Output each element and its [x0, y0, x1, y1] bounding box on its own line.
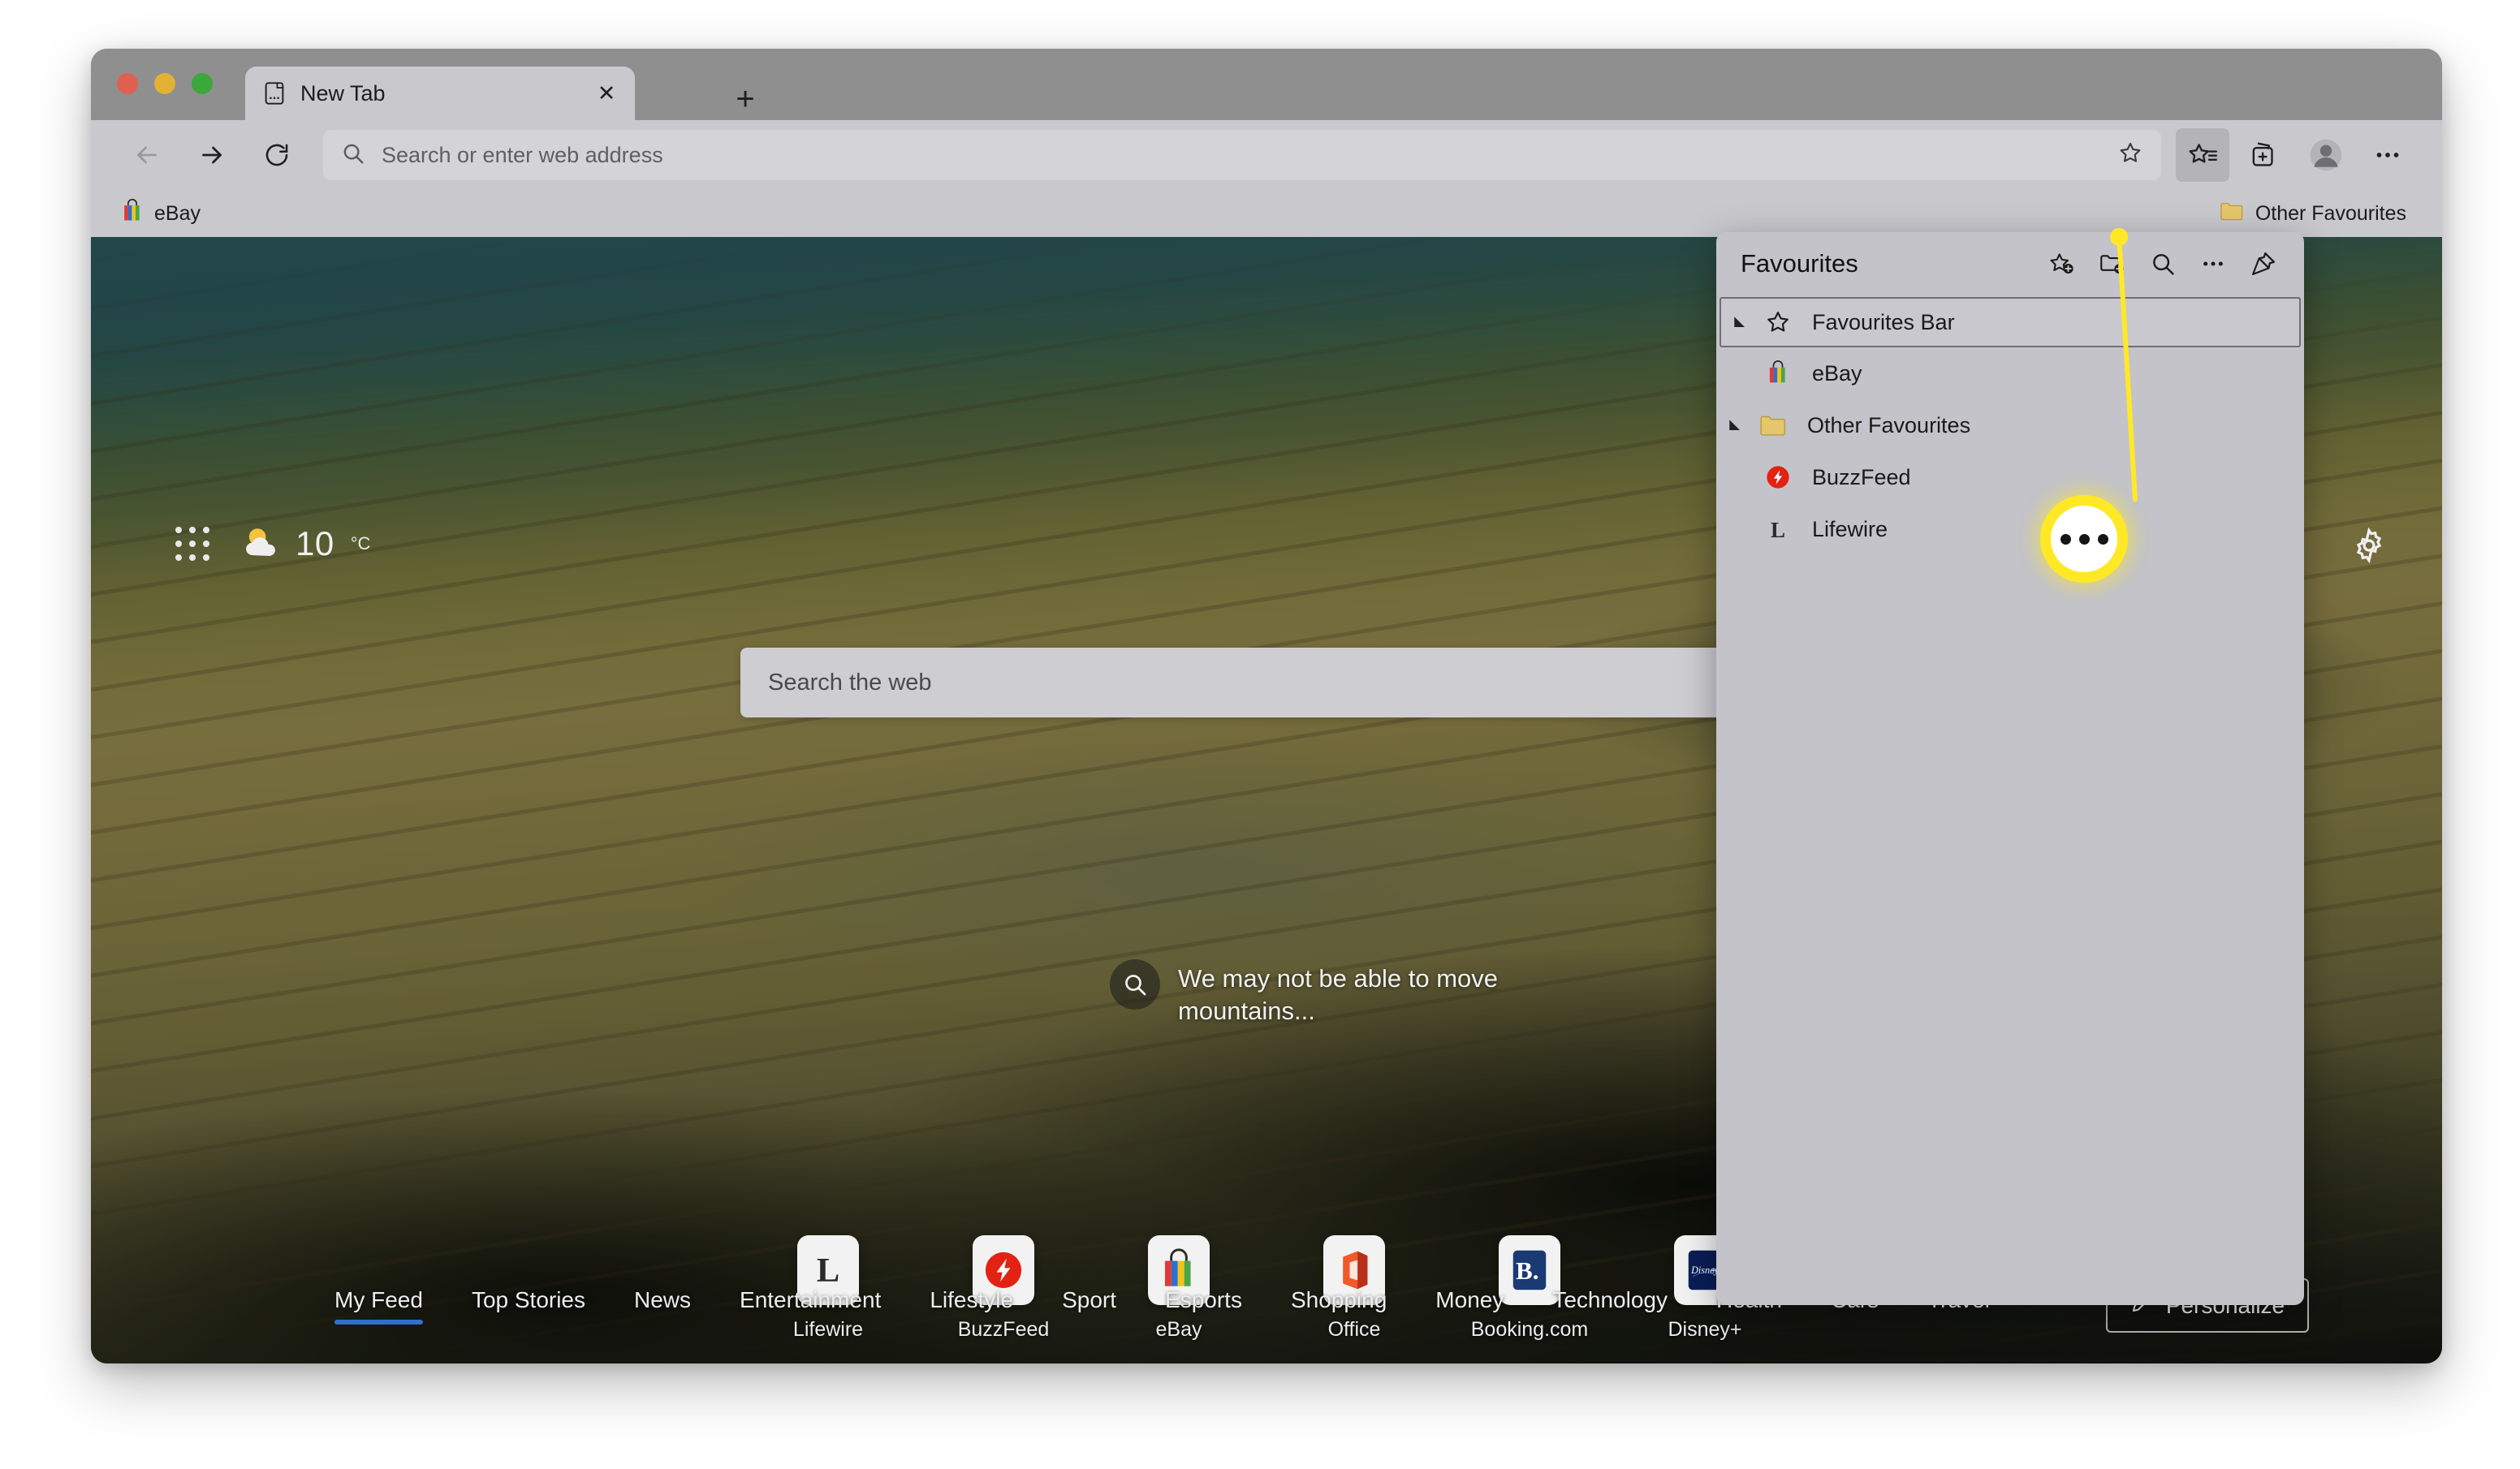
lifewire-icon: L: [1758, 516, 1797, 542]
ntp-top-left-cluster: 10 °C: [175, 524, 370, 563]
favourites-bar-item-ebay[interactable]: eBay: [112, 196, 210, 231]
search-the-web-placeholder: Search the web: [768, 669, 932, 696]
gear-icon[interactable]: [2346, 523, 2392, 568]
folder-icon: [2220, 200, 2244, 227]
favourites-tree-item-other-favourites[interactable]: Other Favourites: [1716, 399, 2304, 451]
annotation-anchor-dot: [2110, 228, 2128, 246]
feed-tab-technology[interactable]: Technology: [1552, 1287, 1668, 1325]
folder-icon: [1754, 413, 1793, 437]
buzzfeed-icon: [1758, 464, 1797, 490]
browser-toolbar: Search or enter web address: [91, 120, 2442, 190]
profile-button[interactable]: [2299, 128, 2353, 182]
back-button[interactable]: [122, 130, 172, 180]
search-icon[interactable]: [1110, 959, 1160, 1010]
feed-tab-lifestyle[interactable]: Lifestyle: [930, 1287, 1013, 1325]
window-controls: [117, 73, 213, 94]
feed-tab-news[interactable]: News: [634, 1287, 691, 1325]
app-grid-icon[interactable]: [175, 527, 209, 561]
ebay-icon: [122, 198, 143, 229]
favourites-tree-item-label: eBay: [1812, 360, 1862, 386]
chevron-expanded-icon[interactable]: [1716, 418, 1754, 433]
add-folder-button[interactable]: [2090, 241, 2135, 286]
favourites-tree-item-buzzfeed[interactable]: BuzzFeed: [1716, 451, 2304, 503]
reload-button[interactable]: [252, 130, 302, 180]
caption-text: We may not be able to move mountains...: [1178, 964, 1499, 1026]
pin-panel-button[interactable]: [2241, 241, 2286, 286]
tab-title: New Tab: [300, 80, 386, 106]
add-favourite-button[interactable]: [2039, 241, 2085, 286]
star-outline-icon: [1758, 308, 1797, 336]
title-bar: New Tab ✕ +: [91, 49, 2442, 120]
svg-text:L: L: [1771, 518, 1785, 542]
favourites-flyout-panel: Favourites Favourites Bar eBay Other Fav…: [1716, 232, 2304, 1305]
weather-temperature: 10: [296, 524, 334, 562]
annotation-highlight-circle: [2040, 495, 2128, 583]
favourites-bar-item-label: eBay: [154, 201, 201, 225]
new-tab-page-icon: [263, 81, 286, 106]
favourites-tree: Favourites Bar eBay Other Favourites Buz…: [1716, 295, 2304, 555]
collections-button[interactable]: [2237, 128, 2291, 182]
address-bar-placeholder: Search or enter web address: [382, 142, 663, 167]
favourites-panel-header: Favourites: [1716, 232, 2304, 295]
more-options-button[interactable]: [2190, 241, 2236, 286]
partly-cloudy-icon: [240, 525, 283, 563]
favourites-tree-item-ebay[interactable]: eBay: [1716, 347, 2304, 399]
close-tab-button[interactable]: ✕: [591, 78, 622, 109]
search-icon: [341, 141, 365, 170]
new-tab-button[interactable]: +: [727, 81, 763, 117]
search-favourites-button[interactable]: [2140, 241, 2186, 286]
feed-tab-money[interactable]: Money: [1435, 1287, 1504, 1325]
feed-tab-shopping[interactable]: Shopping: [1291, 1287, 1387, 1325]
ebay-icon: [1758, 360, 1797, 386]
feed-tab-sport[interactable]: Sport: [1062, 1287, 1116, 1325]
background-image-caption[interactable]: We may not be able to move mountains...: [1110, 959, 1564, 1028]
favourites-tree-item-label: Lifewire: [1812, 516, 1888, 541]
favourites-tree-item-label: Favourites Bar: [1812, 309, 1955, 334]
favourites-tree-item-favourites-bar[interactable]: Favourites Bar: [1720, 297, 2301, 347]
favourites-tree-item-label: Other Favourites: [1807, 412, 1971, 437]
minimize-window-button[interactable]: [154, 73, 175, 94]
weather-unit: °C: [350, 533, 371, 554]
feed-tab-my-feed[interactable]: My Feed: [334, 1287, 423, 1325]
weather-widget[interactable]: 10 °C: [240, 524, 370, 563]
favourites-bar-overflow-label: Other Favourites: [2255, 201, 2406, 225]
favourites-bar: eBay Other Favourites: [91, 190, 2442, 237]
favourites-panel-title: Favourites: [1741, 249, 1858, 278]
chevron-expanded-icon[interactable]: [1721, 315, 1758, 330]
feed-tab-esports[interactable]: Esports: [1165, 1287, 1242, 1325]
address-bar[interactable]: Search or enter web address: [323, 130, 2161, 180]
settings-and-more-button[interactable]: [2361, 128, 2414, 182]
zoom-window-button[interactable]: [192, 73, 213, 94]
feed-tab-top-stories[interactable]: Top Stories: [472, 1287, 585, 1325]
browser-tab[interactable]: New Tab ✕: [245, 67, 635, 120]
add-favourite-star-icon[interactable]: [2117, 140, 2143, 170]
favourites-bar-other-favourites[interactable]: Other Favourites: [2210, 196, 2416, 231]
favourites-tree-item-label: BuzzFeed: [1812, 464, 1911, 489]
favourites-button[interactable]: [2176, 128, 2229, 182]
close-window-button[interactable]: [117, 73, 138, 94]
feed-tab-entertainment[interactable]: Entertainment: [740, 1287, 881, 1325]
forward-button[interactable]: [187, 130, 237, 180]
favourites-tree-item-lifewire[interactable]: L Lifewire: [1716, 503, 2304, 555]
browser-window: New Tab ✕ + Search or enter web address …: [91, 49, 2442, 1363]
